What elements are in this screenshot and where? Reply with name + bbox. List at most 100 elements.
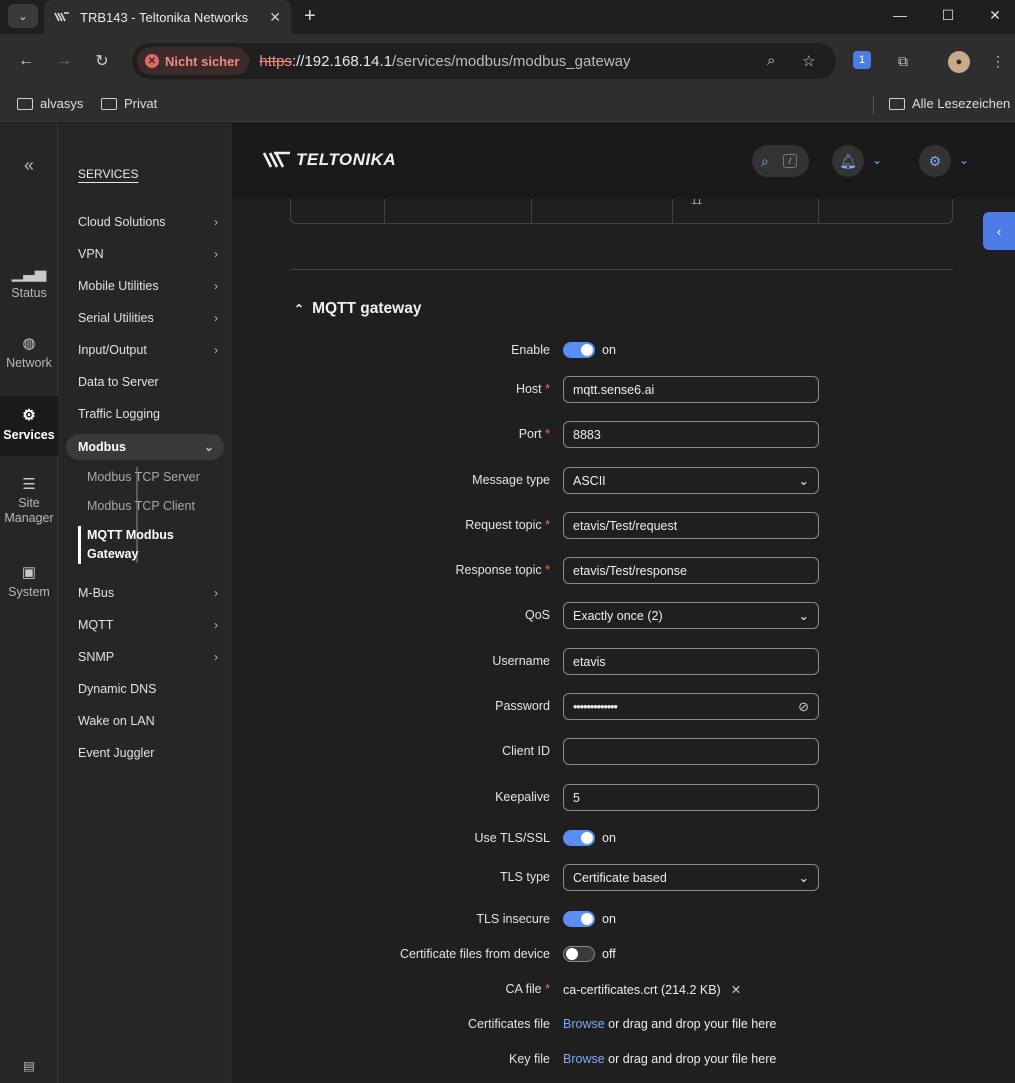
tls-insecure-toggle[interactable]: on: [563, 911, 616, 927]
response-topic-input[interactable]: etavis/Test/response: [563, 557, 819, 584]
menu-item-mqtt[interactable]: MQTT ›: [78, 618, 218, 632]
cert-from-device-toggle[interactable]: off: [563, 946, 616, 962]
rail-item-status[interactable]: ▁▃▅ Status: [0, 264, 58, 300]
profile-avatar[interactable]: ●: [948, 51, 970, 73]
browser-menu-icon[interactable]: ⋮: [988, 51, 1008, 71]
qos-select[interactable]: Exactly once (2) ⌄: [563, 602, 819, 629]
request-topic-input[interactable]: etavis/Test/request: [563, 512, 819, 539]
submenu-mqtt-modbus-gateway[interactable]: MQTT Modbus Gateway: [87, 526, 197, 564]
use-tls-toggle[interactable]: on: [563, 830, 616, 846]
menu-item-serial-utilities[interactable]: Serial Utilities ›: [78, 311, 218, 325]
chevron-down-icon[interactable]: ⌄: [872, 153, 882, 167]
system-icon: ▣: [21, 564, 37, 581]
host-input[interactable]: mqtt.sense6.ai: [563, 376, 819, 403]
search-button[interactable]: ⌕ /: [752, 145, 809, 177]
certificates-file-drop[interactable]: Browse or drag and drop your file here: [563, 1017, 776, 1031]
new-tab-button[interactable]: +: [304, 5, 316, 28]
teltonika-logo[interactable]: TELTONIKA: [262, 149, 396, 171]
chevron-right-icon: ›: [214, 311, 218, 325]
tab-search-button[interactable]: ⌄: [8, 4, 38, 28]
menu-item-traffic-logging[interactable]: Traffic Logging: [78, 407, 218, 421]
menu-item-dynamic-dns[interactable]: Dynamic DNS: [78, 682, 218, 696]
extensions-puzzle-icon[interactable]: ⧉: [893, 51, 913, 71]
forward-icon[interactable]: →: [53, 50, 75, 72]
field-message-type: Message type ASCII ⌄: [232, 467, 983, 495]
gear-icon: ⚙: [22, 407, 36, 424]
side-panel-toggle[interactable]: ‹: [983, 212, 1015, 250]
port-input[interactable]: 8883: [563, 421, 819, 448]
collapse-sidebar-button[interactable]: «: [0, 155, 58, 176]
rail-item-site-manager[interactable]: ☰ Site Manager: [0, 477, 58, 526]
chevron-right-icon: ›: [214, 247, 218, 261]
tls-type-select[interactable]: Certificate based ⌄: [563, 864, 819, 891]
section-header[interactable]: ⌃ MQTT gateway: [294, 300, 421, 318]
chevron-right-icon: ›: [214, 586, 218, 600]
keepalive-input[interactable]: 5: [563, 784, 819, 811]
app-header: TELTONIKA ⌕ / 🔔︎ ⌄ ⚙ ⌄: [232, 123, 1015, 199]
rail-item-network[interactable]: ◍ Network: [0, 334, 58, 370]
field-password: Password ••••••••••••• ⊘: [232, 693, 983, 721]
url-text[interactable]: https://192.168.14.1/services/modbus/mod…: [259, 53, 630, 70]
menu-item-vpn[interactable]: VPN ›: [78, 247, 218, 261]
tab-close-icon[interactable]: ✕: [269, 9, 281, 26]
chevron-down-icon: ⌄: [798, 609, 809, 623]
back-icon[interactable]: ←: [15, 50, 37, 72]
browser-toolbar: ← → ↻ ✕ Nicht sicher https://192.168.14.…: [0, 34, 1015, 88]
minimize-button[interactable]: —: [877, 0, 923, 30]
browser-tab[interactable]: TRB143 - Teltonika Networks ✕: [44, 0, 291, 34]
notifications-button[interactable]: 🔔︎: [832, 145, 864, 177]
menu-item-mobile-utilities[interactable]: Mobile Utilities ›: [78, 279, 218, 293]
menu-item-data-to-server[interactable]: Data to Server: [78, 375, 218, 389]
table-fragment: 11: [290, 199, 953, 224]
message-type-select[interactable]: ASCII ⌄: [563, 467, 819, 494]
menu-item-m-bus[interactable]: M-Bus ›: [78, 586, 218, 600]
maximize-button[interactable]: ☐: [925, 0, 971, 30]
reload-icon[interactable]: ↻: [91, 50, 113, 72]
bookmark-privat[interactable]: Privat: [101, 96, 157, 111]
user-settings-button[interactable]: ⚙: [919, 145, 951, 177]
browse-link[interactable]: Browse: [563, 1017, 605, 1031]
menu-item-cloud-solutions[interactable]: Cloud Solutions ›: [78, 215, 218, 229]
rail-item-system[interactable]: ▣ System: [0, 563, 58, 599]
security-chip[interactable]: ✕ Nicht sicher: [137, 47, 250, 75]
close-window-button[interactable]: ✕: [972, 0, 1015, 30]
field-qos: QoS Exactly once (2) ⌄: [232, 602, 983, 630]
globe-icon: ◍: [22, 335, 36, 352]
username-input[interactable]: etavis: [563, 648, 819, 675]
menu-item-modbus[interactable]: Modbus ⌄: [66, 434, 224, 460]
field-port: Port * 8883: [232, 421, 983, 449]
menu-item-input-output[interactable]: Input/Output ›: [78, 343, 218, 357]
address-bar[interactable]: ✕ Nicht sicher https://192.168.14.1/serv…: [132, 43, 836, 79]
extension-icon[interactable]: 1: [853, 51, 871, 69]
browse-link[interactable]: Browse: [563, 1052, 605, 1066]
all-bookmarks[interactable]: Alle Lesezeichen: [889, 96, 1010, 111]
signal-icon: ▁▃▅: [11, 265, 47, 282]
bookmarks-divider: [873, 96, 874, 114]
chevron-right-icon: ›: [214, 650, 218, 664]
submenu-modbus-tcp-client[interactable]: Modbus TCP Client: [87, 497, 195, 516]
submenu-modbus-tcp-server[interactable]: Modbus TCP Server: [87, 468, 200, 487]
menu-item-snmp[interactable]: SNMP ›: [78, 650, 218, 664]
enable-toggle[interactable]: on: [563, 342, 616, 358]
remove-file-icon[interactable]: ✕: [731, 982, 741, 997]
zoom-icon[interactable]: ⌕: [767, 52, 775, 69]
menu-item-event-juggler[interactable]: Event Juggler: [78, 746, 218, 760]
menu-item-wake-on-lan[interactable]: Wake on LAN: [78, 714, 218, 728]
eye-slash-icon[interactable]: ⊘: [798, 699, 809, 715]
user-gear-icon: ⚙: [928, 152, 942, 169]
chevron-right-icon: ›: [214, 279, 218, 293]
bookmark-star-icon[interactable]: ☆: [802, 52, 815, 70]
client-id-input[interactable]: [563, 738, 819, 765]
teltonika-favicon-icon: [54, 12, 69, 22]
browser-tab-strip: ⌄ TRB143 - Teltonika Networks ✕ + — ☐ ✕: [0, 0, 1015, 34]
chevron-down-icon[interactable]: ⌄: [959, 153, 969, 167]
services-menu: SERVICES Cloud Solutions › VPN › Mobile Ut…: [58, 123, 231, 1083]
key-file-drop[interactable]: Browse or drag and drop your file here: [563, 1052, 776, 1066]
password-input[interactable]: ••••••••••••• ⊘: [563, 693, 819, 720]
bookmark-alvasys[interactable]: alvasys: [17, 96, 83, 111]
rail-item-services[interactable]: ⚙ Services: [0, 396, 58, 456]
changelog-icon[interactable]: ▤: [0, 1058, 58, 1073]
field-client-id: Client ID: [232, 738, 983, 766]
field-tls-type: TLS type Certificate based ⌄: [232, 864, 983, 892]
bell-icon: 🔔︎: [839, 152, 857, 169]
